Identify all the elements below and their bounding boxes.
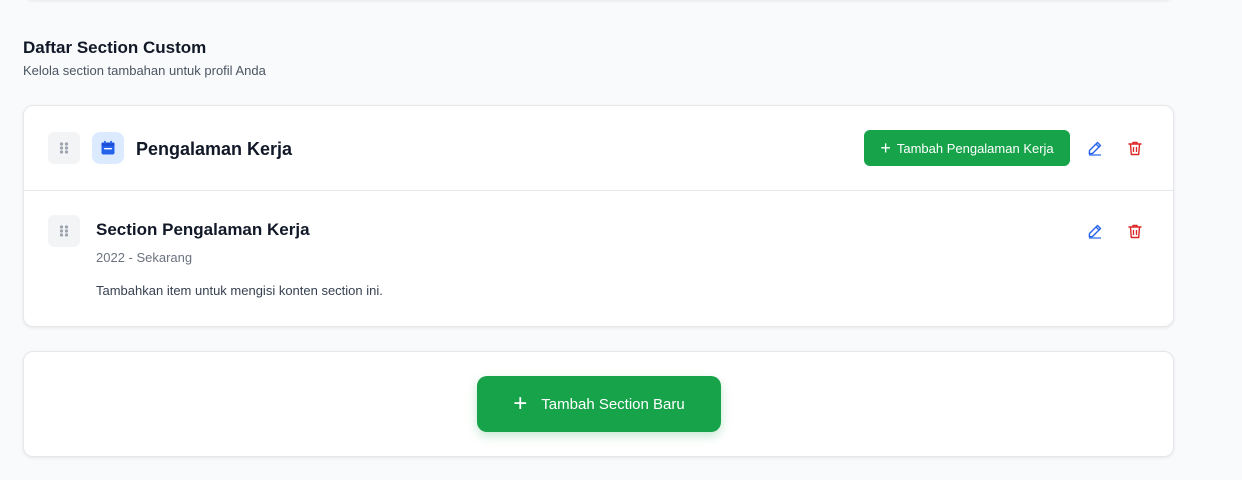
delete-section-button[interactable] [1123,136,1147,160]
add-item-label: Tambah Pengalaman Kerja [896,140,1054,156]
plus-icon: + [513,390,528,417]
pencil-icon [1088,224,1102,239]
drag-handle-icon[interactable] [48,132,80,164]
add-item-button[interactable]: + Tambah Pengalaman Kerja [864,130,1070,166]
pencil-icon [1088,141,1102,156]
item-date: 2022 - Sekarang [96,250,193,265]
calendar-icon [92,132,124,164]
section-subtitle: Kelola section tambahan untuk profil And… [23,63,266,78]
edit-item-button[interactable] [1083,219,1107,243]
edit-section-button[interactable] [1083,136,1107,160]
trash-icon [1128,141,1142,156]
custom-section-title: Pengalaman Kerja [136,139,293,159]
custom-section-card: Pengalaman Kerja + Tambah Pengalaman Ker… [23,105,1174,327]
custom-section-header: Pengalaman Kerja + Tambah Pengalaman Ker… [24,106,1173,191]
add-section-label: Tambah Section Baru [541,395,685,413]
item-description: Tambahkan item untuk mengisi konten sect… [96,283,383,298]
item-title: Section Pengalaman Kerja [96,220,310,239]
add-section-button[interactable]: + Tambah Section Baru [477,376,721,432]
section-title: Daftar Section Custom [23,38,207,57]
section-header: Daftar Section Custom Kelola section tam… [23,38,266,79]
delete-item-button[interactable] [1123,219,1147,243]
add-section-card: + Tambah Section Baru [23,351,1174,457]
page: Daftar Section Custom Kelola section tam… [0,0,1242,480]
plus-icon: + [880,138,891,158]
trash-icon [1128,224,1142,239]
drag-handle-icon[interactable] [48,215,80,247]
